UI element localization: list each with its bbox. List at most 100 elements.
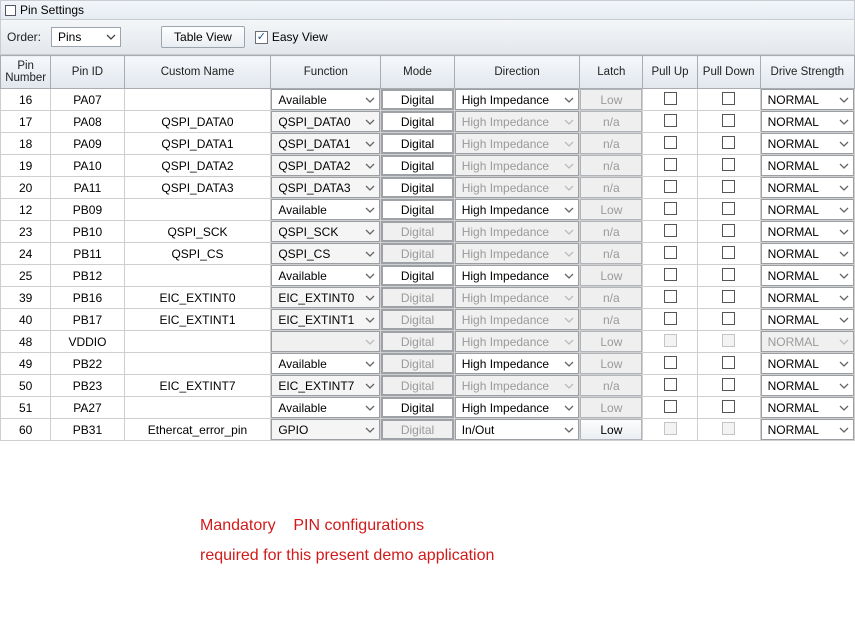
col-drive-strength[interactable]: Drive Strength bbox=[760, 56, 854, 89]
direction-select[interactable]: High Impedance bbox=[455, 397, 580, 418]
custom-name-cell[interactable] bbox=[125, 265, 271, 286]
pull-down-checkbox[interactable] bbox=[722, 268, 735, 281]
function-select[interactable]: EIC_EXTINT0 bbox=[271, 287, 380, 308]
pull-up-checkbox[interactable] bbox=[664, 158, 677, 171]
pull-up-checkbox[interactable] bbox=[664, 224, 677, 237]
custom-name-cell[interactable]: EIC_EXTINT7 bbox=[125, 375, 271, 396]
custom-name-cell[interactable]: QSPI_DATA0 bbox=[125, 111, 271, 132]
drive-strength-select[interactable]: NORMAL bbox=[761, 133, 854, 154]
custom-name-cell[interactable]: Ethercat_error_pin bbox=[125, 419, 271, 440]
function-select[interactable]: QSPI_DATA0 bbox=[271, 111, 380, 132]
drive-strength-select[interactable]: NORMAL bbox=[761, 243, 854, 264]
easy-view-checkbox[interactable]: ✓ Easy View bbox=[255, 30, 328, 44]
drive-strength-select[interactable]: NORMAL bbox=[761, 177, 854, 198]
drive-strength-select[interactable]: NORMAL bbox=[761, 89, 854, 110]
mode-cell[interactable]: Digital bbox=[381, 177, 453, 198]
function-select[interactable]: GPIO bbox=[271, 419, 380, 440]
custom-name-cell[interactable] bbox=[125, 353, 271, 374]
pull-up-checkbox[interactable] bbox=[664, 180, 677, 193]
custom-name-cell[interactable]: QSPI_DATA2 bbox=[125, 155, 271, 176]
pull-down-checkbox[interactable] bbox=[722, 224, 735, 237]
custom-name-cell[interactable] bbox=[125, 89, 271, 110]
custom-name-cell[interactable] bbox=[125, 397, 271, 418]
drive-strength-select[interactable]: NORMAL bbox=[761, 287, 854, 308]
pull-down-checkbox[interactable] bbox=[722, 246, 735, 259]
drive-strength-select[interactable]: NORMAL bbox=[761, 419, 854, 440]
direction-select[interactable]: High Impedance bbox=[455, 89, 580, 110]
drive-strength-select[interactable]: NORMAL bbox=[761, 111, 854, 132]
pull-down-checkbox[interactable] bbox=[722, 114, 735, 127]
col-pull-up[interactable]: Pull Up bbox=[643, 56, 697, 89]
mode-cell[interactable]: Digital bbox=[381, 89, 453, 110]
mode-cell[interactable]: Digital bbox=[381, 199, 453, 220]
pull-up-checkbox[interactable] bbox=[664, 114, 677, 127]
direction-select[interactable]: High Impedance bbox=[455, 353, 580, 374]
pull-up-checkbox[interactable] bbox=[664, 290, 677, 303]
pull-up-checkbox[interactable] bbox=[664, 268, 677, 281]
pull-down-checkbox[interactable] bbox=[722, 290, 735, 303]
custom-name-cell[interactable]: QSPI_SCK bbox=[125, 221, 271, 242]
pull-down-checkbox[interactable] bbox=[722, 378, 735, 391]
pull-down-checkbox[interactable] bbox=[722, 180, 735, 193]
pull-down-checkbox[interactable] bbox=[722, 356, 735, 369]
mode-cell[interactable]: Digital bbox=[381, 397, 453, 418]
custom-name-cell[interactable]: EIC_EXTINT0 bbox=[125, 287, 271, 308]
pull-up-checkbox[interactable] bbox=[664, 312, 677, 325]
pull-up-checkbox[interactable] bbox=[664, 246, 677, 259]
function-select[interactable]: QSPI_DATA3 bbox=[271, 177, 380, 198]
function-select[interactable]: QSPI_SCK bbox=[271, 221, 380, 242]
function-select[interactable]: Available bbox=[271, 265, 380, 286]
pull-down-checkbox[interactable] bbox=[722, 202, 735, 215]
pull-up-checkbox[interactable] bbox=[664, 92, 677, 105]
col-pin-id[interactable]: Pin ID bbox=[51, 56, 124, 89]
custom-name-cell[interactable] bbox=[125, 331, 271, 352]
function-select[interactable]: QSPI_DATA2 bbox=[271, 155, 380, 176]
drive-strength-select[interactable]: NORMAL bbox=[761, 199, 854, 220]
pull-down-checkbox[interactable] bbox=[722, 92, 735, 105]
col-mode[interactable]: Mode bbox=[381, 56, 454, 89]
function-select[interactable]: EIC_EXTINT7 bbox=[271, 375, 380, 396]
col-pin-number[interactable]: Pin Number bbox=[1, 56, 51, 89]
pull-down-checkbox[interactable] bbox=[722, 136, 735, 149]
mode-cell[interactable]: Digital bbox=[381, 133, 453, 154]
drive-strength-select[interactable]: NORMAL bbox=[761, 309, 854, 330]
function-select[interactable]: QSPI_DATA1 bbox=[271, 133, 380, 154]
col-pull-down[interactable]: Pull Down bbox=[697, 56, 760, 89]
pull-down-checkbox[interactable] bbox=[722, 158, 735, 171]
function-select[interactable]: Available bbox=[271, 397, 380, 418]
order-select[interactable]: Pins bbox=[51, 27, 121, 47]
col-custom-name[interactable]: Custom Name bbox=[124, 56, 271, 89]
function-select[interactable]: Available bbox=[271, 89, 380, 110]
drive-strength-select[interactable]: NORMAL bbox=[761, 353, 854, 374]
drive-strength-select[interactable]: NORMAL bbox=[761, 397, 854, 418]
pull-up-checkbox[interactable] bbox=[664, 202, 677, 215]
drive-strength-select[interactable]: NORMAL bbox=[761, 375, 854, 396]
direction-select[interactable]: High Impedance bbox=[455, 199, 580, 220]
custom-name-cell[interactable]: QSPI_DATA3 bbox=[125, 177, 271, 198]
pull-up-checkbox[interactable] bbox=[664, 356, 677, 369]
mode-cell[interactable]: Digital bbox=[381, 155, 453, 176]
custom-name-cell[interactable]: QSPI_CS bbox=[125, 243, 271, 264]
drive-strength-select[interactable]: NORMAL bbox=[761, 265, 854, 286]
drive-strength-select[interactable]: NORMAL bbox=[761, 155, 854, 176]
direction-select[interactable]: High Impedance bbox=[455, 265, 580, 286]
mode-cell[interactable]: Digital bbox=[381, 265, 453, 286]
function-select[interactable]: Available bbox=[271, 353, 380, 374]
col-direction[interactable]: Direction bbox=[454, 56, 580, 89]
function-select[interactable]: Available bbox=[271, 199, 380, 220]
custom-name-cell[interactable]: QSPI_DATA1 bbox=[125, 133, 271, 154]
pull-up-checkbox[interactable] bbox=[664, 378, 677, 391]
pull-down-checkbox[interactable] bbox=[722, 400, 735, 413]
col-function[interactable]: Function bbox=[271, 56, 381, 89]
custom-name-cell[interactable]: EIC_EXTINT1 bbox=[125, 309, 271, 330]
pull-up-checkbox[interactable] bbox=[664, 400, 677, 413]
table-view-button[interactable]: Table View bbox=[161, 26, 245, 48]
direction-select[interactable]: In/Out bbox=[455, 419, 580, 440]
col-latch[interactable]: Latch bbox=[580, 56, 643, 89]
pull-up-checkbox[interactable] bbox=[664, 136, 677, 149]
custom-name-cell[interactable] bbox=[125, 199, 271, 220]
mode-cell[interactable]: Digital bbox=[381, 111, 453, 132]
drive-strength-select[interactable]: NORMAL bbox=[761, 221, 854, 242]
function-select[interactable]: EIC_EXTINT1 bbox=[271, 309, 380, 330]
latch-button[interactable]: Low bbox=[580, 419, 642, 440]
